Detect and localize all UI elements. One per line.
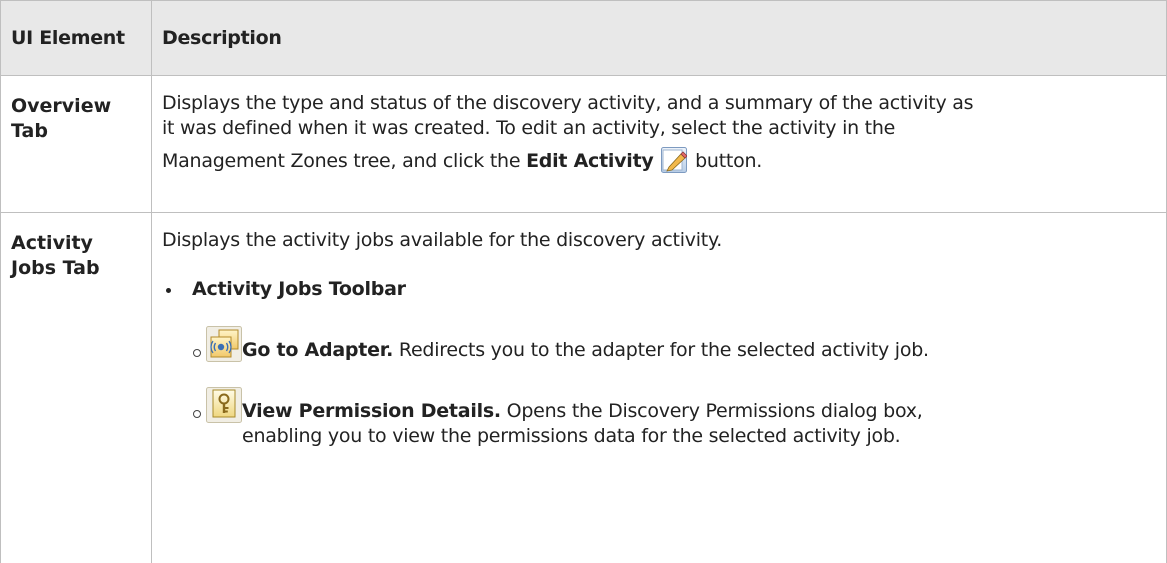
row-element-overview-tab: Overview Tab xyxy=(0,75,152,213)
element-label: Jobs Tab xyxy=(11,257,100,279)
row-description-overview-tab: Displays the type and status of the disc… xyxy=(151,75,1167,213)
column-header-ui-element: UI Element xyxy=(0,0,152,76)
view-permission-details-label: View Permission Details. xyxy=(242,400,501,422)
sub-item-text: View Permission Details. Opens the Disco… xyxy=(227,399,1156,449)
sub-item-text: Go to Adapter. Redirects you to the adap… xyxy=(227,338,1156,363)
description-text: Management Zones tree, and click the Edi… xyxy=(162,147,1156,174)
element-label: Activity xyxy=(11,232,93,254)
row-element-activity-jobs-tab: Activity Jobs Tab xyxy=(0,212,152,563)
sub-bullet-circle xyxy=(193,410,201,418)
list-item: Activity Jobs Toolbar xyxy=(162,277,1156,302)
go-to-adapter-label: Go to Adapter. xyxy=(242,339,394,361)
description-text-suffix: button. xyxy=(689,150,763,172)
ui-element-table: UI Element Description Overview Tab Disp… xyxy=(0,0,1167,563)
description-text-prefix: Management Zones tree, and click the xyxy=(162,150,527,172)
view-permission-details-icon xyxy=(206,387,242,423)
element-label: Tab xyxy=(11,120,48,142)
description-text: Displays the activity jobs available for… xyxy=(162,229,723,251)
column-header-description: Description xyxy=(151,0,1167,76)
row-description-activity-jobs-tab: Displays the activity jobs available for… xyxy=(151,212,1167,563)
table-row: Overview Tab Displays the type and statu… xyxy=(0,75,1167,213)
description-text: it was defined when it was created. To e… xyxy=(162,117,896,139)
sub-bullet-circle xyxy=(193,349,201,357)
go-to-adapter-description: Redirects you to the adapter for the sel… xyxy=(393,339,929,361)
toolbar-heading: Activity Jobs Toolbar xyxy=(192,278,406,300)
bullet-dot xyxy=(166,288,171,293)
table-header-row: UI Element Description xyxy=(0,0,1167,76)
go-to-adapter-icon xyxy=(206,326,242,362)
edit-activity-label: Edit Activity xyxy=(526,150,654,172)
view-permission-details-description: Opens the Discovery Permissions dialog b… xyxy=(500,400,923,422)
view-permission-details-description-cont: enabling you to view the permissions dat… xyxy=(242,425,901,447)
pencil-edit-icon xyxy=(661,147,688,173)
element-label: Overview xyxy=(11,95,112,117)
list-item: View Permission Details. Opens the Disco… xyxy=(162,387,1156,449)
description-text: Displays the type and status of the disc… xyxy=(162,92,974,114)
table-row: Activity Jobs Tab Displays the activity … xyxy=(0,212,1167,563)
list-item: Go to Adapter. Redirects you to the adap… xyxy=(162,326,1156,363)
